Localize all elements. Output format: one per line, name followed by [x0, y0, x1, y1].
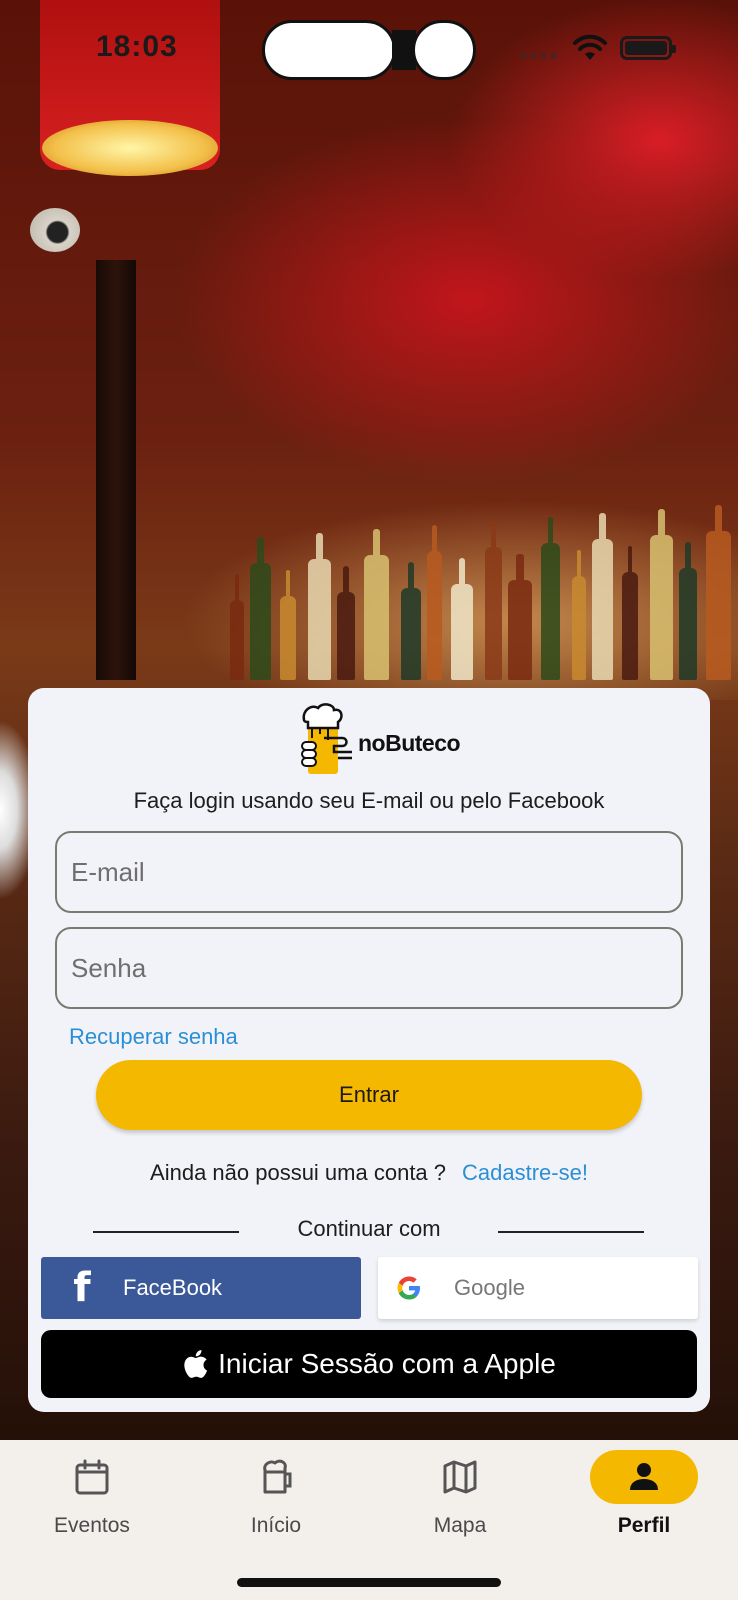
password-field[interactable] — [55, 927, 683, 1009]
bottle — [308, 533, 331, 680]
nav-item-perfil[interactable]: Perfil — [552, 1450, 736, 1560]
nav-label-perfil: Perfil — [617, 1514, 671, 1537]
dynamic-island-right — [412, 20, 476, 80]
bottle — [650, 509, 673, 680]
wifi-icon — [573, 34, 607, 60]
bottle — [230, 574, 244, 680]
email-field[interactable] — [55, 831, 683, 913]
nav-item-eventos[interactable]: Eventos — [0, 1450, 184, 1560]
apple-label: Iniciar Sessão com a Apple — [218, 1348, 556, 1379]
nav-item-mapa[interactable]: Mapa — [368, 1450, 552, 1560]
login-card: noButeco Faça login usando seu E-mail ou… — [28, 688, 710, 1412]
signal-icon — [520, 46, 560, 64]
login-subtitle: Faça login usando seu E-mail ou pelo Fac… — [133, 788, 605, 813]
facebook-login-button[interactable]: f FaceBook — [41, 1257, 361, 1319]
logo-text: noButeco — [358, 730, 461, 756]
apple-icon — [184, 1350, 208, 1378]
nav-label-inicio: Início — [250, 1514, 302, 1537]
bottle-shelf — [230, 505, 738, 680]
bottle — [401, 562, 421, 680]
home-indicator — [237, 1578, 501, 1587]
battery-icon — [620, 36, 676, 60]
apple-login-button[interactable]: Iniciar Sessão com a Apple — [41, 1330, 697, 1398]
bottle — [427, 525, 442, 680]
dynamic-island-left — [262, 20, 396, 80]
continue-with-label: Continuar com — [297, 1216, 441, 1241]
bottle — [250, 537, 271, 680]
google-login-button[interactable]: Google — [378, 1257, 698, 1319]
calendar-icon — [75, 1459, 109, 1495]
bottle — [572, 550, 586, 680]
recover-password-link[interactable]: Recuperar senha — [69, 1024, 238, 1050]
divider-right — [498, 1231, 644, 1233]
signup-row: Ainda não possui uma conta ? Cadastre-se! — [28, 1160, 710, 1186]
bottle — [541, 517, 560, 680]
google-icon — [397, 1276, 420, 1300]
bottle — [364, 529, 389, 680]
nav-item-inicio[interactable]: Início — [184, 1450, 368, 1560]
facebook-label: FaceBook — [123, 1275, 223, 1300]
lamp-light — [42, 120, 218, 176]
bottle — [485, 521, 502, 680]
bottle — [622, 546, 638, 680]
status-time: 18:03 — [96, 30, 178, 63]
google-label: Google — [454, 1275, 525, 1300]
nav-label-mapa: Mapa — [433, 1514, 487, 1537]
bottle — [706, 505, 731, 680]
security-camera — [30, 208, 80, 252]
signup-prompt: Ainda não possui uma conta ? — [150, 1160, 447, 1185]
signup-link[interactable]: Cadastre-se! — [462, 1160, 588, 1185]
map-icon — [443, 1460, 477, 1494]
beer-hand-logo-icon — [301, 703, 352, 774]
logo: noButeco — [298, 702, 468, 776]
bottle — [280, 570, 296, 680]
facebook-icon: f — [73, 1265, 91, 1311]
person-icon — [630, 1463, 658, 1490]
bottle — [592, 513, 613, 680]
login-button[interactable]: Entrar — [96, 1060, 642, 1130]
beer-mug-icon — [263, 1459, 292, 1494]
bottle — [679, 542, 697, 680]
bottle — [508, 554, 532, 680]
bottle — [337, 566, 355, 680]
status-bar: 18:03 — [0, 0, 738, 100]
bottle — [451, 558, 473, 680]
bottom-nav: Eventos Início Mapa Perfil — [0, 1440, 738, 1600]
pillar — [96, 260, 136, 680]
nav-label-eventos: Eventos — [54, 1514, 130, 1537]
